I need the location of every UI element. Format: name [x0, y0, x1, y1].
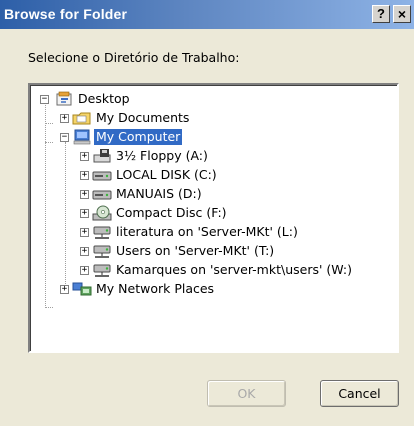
- tree-item-label: LOCAL DISK (C:): [116, 167, 217, 182]
- window-title: Browse for Folder: [4, 6, 128, 22]
- tree-connector: [45, 123, 53, 124]
- network-drive-icon: [92, 224, 112, 240]
- folder-tree[interactable]: − Desktop + My Documents − My Computer +: [28, 83, 399, 353]
- tree-item-label: Compact Disc (F:): [116, 205, 227, 220]
- cancel-button[interactable]: Cancel: [320, 380, 399, 407]
- close-button[interactable]: ×: [393, 5, 411, 23]
- expand-toggle[interactable]: +: [80, 152, 89, 161]
- collapse-toggle[interactable]: −: [60, 133, 69, 142]
- browse-for-folder-dialog: Browse for Folder ? × Selecione o Diretó…: [0, 0, 414, 426]
- network-places-icon: [72, 281, 92, 297]
- network-drive-icon: [92, 243, 112, 259]
- floppy-drive-icon: [92, 148, 112, 164]
- expand-toggle[interactable]: +: [60, 114, 69, 123]
- network-drive-icon: [92, 262, 112, 278]
- desktop-icon: [54, 91, 74, 107]
- hard-disk-icon: [92, 186, 112, 202]
- ok-button[interactable]: OK: [207, 380, 286, 407]
- tree-connector: [45, 307, 53, 308]
- tree-item-label: My Computer: [94, 129, 183, 145]
- my-documents-icon: [72, 110, 92, 126]
- tree-connector: [45, 105, 46, 308]
- tree-item-label: Kamarques on 'server-mkt\users' (W:): [116, 262, 352, 277]
- expand-toggle[interactable]: +: [80, 266, 89, 275]
- cd-drive-icon: [92, 205, 112, 221]
- title-bar[interactable]: Browse for Folder ? ×: [0, 0, 414, 29]
- tree-item-label: Users on 'Server-MKt' (T:): [116, 243, 275, 258]
- tree-item-label: Desktop: [78, 91, 130, 106]
- expand-toggle[interactable]: +: [80, 190, 89, 199]
- tree-item-label: literatura on 'Server-MKt' (L:): [116, 224, 298, 239]
- expand-toggle[interactable]: +: [80, 247, 89, 256]
- tree-item-label: My Network Places: [96, 281, 215, 296]
- tree-item-label: My Documents: [96, 110, 190, 125]
- tree-item-label: MANUAIS (D:): [116, 186, 202, 201]
- expand-toggle[interactable]: +: [60, 285, 69, 294]
- my-computer-icon: [72, 129, 92, 145]
- tree-item-label: 3½ Floppy (A:): [116, 148, 208, 163]
- tree-connector: [45, 142, 53, 143]
- help-button[interactable]: ?: [372, 5, 390, 23]
- expand-toggle[interactable]: +: [80, 228, 89, 237]
- prompt-label: Selecione o Diretório de Trabalho:: [28, 50, 240, 65]
- collapse-toggle[interactable]: −: [40, 95, 49, 104]
- tree-connector: [65, 142, 66, 288]
- hard-disk-icon: [92, 167, 112, 183]
- expand-toggle[interactable]: +: [80, 171, 89, 180]
- expand-toggle[interactable]: +: [80, 209, 89, 218]
